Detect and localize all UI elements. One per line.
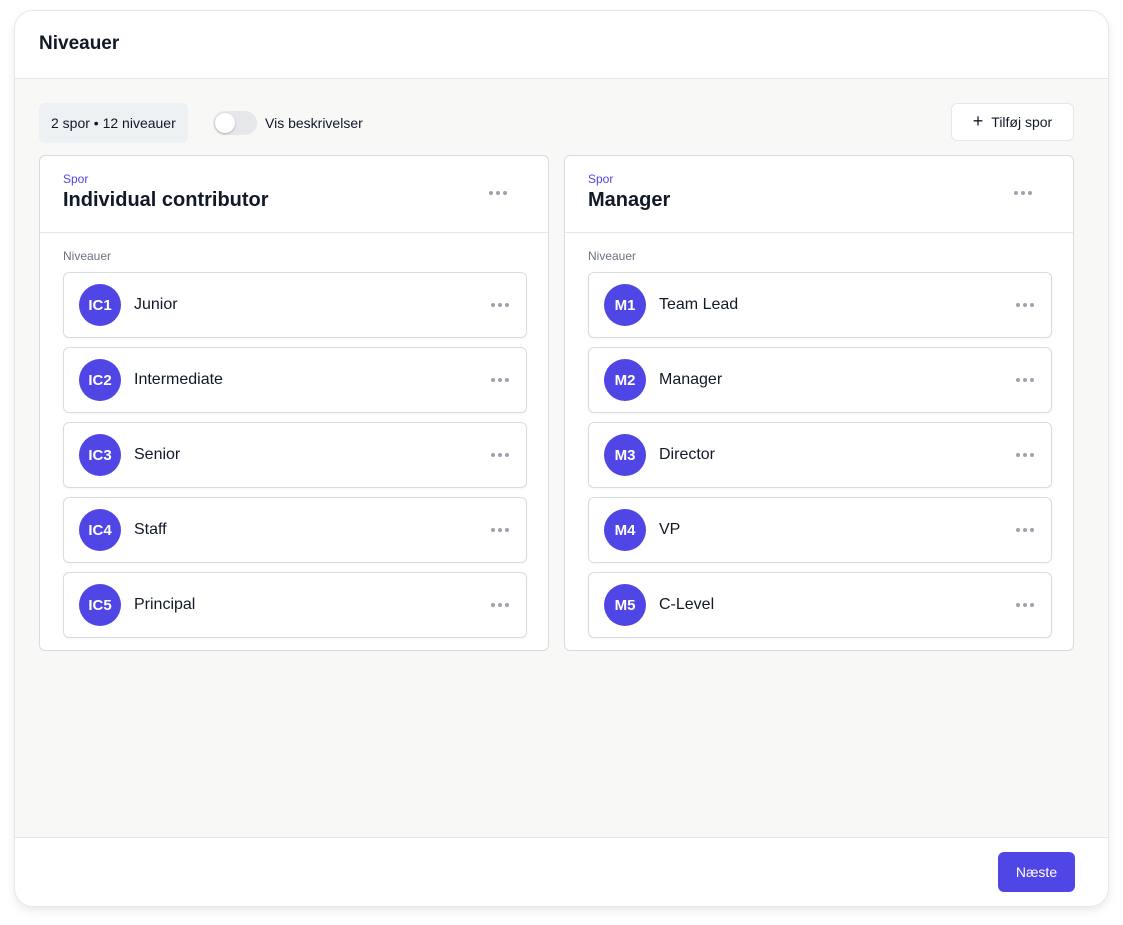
level-name: C-Level xyxy=(659,596,715,613)
level-list: M1 Team Lead M2 Manager M3 Director M4 V… xyxy=(588,272,1052,647)
level-item[interactable]: IC5 Principal xyxy=(63,572,527,638)
level-menu-icon[interactable] xyxy=(1016,528,1034,532)
level-name: Principal xyxy=(134,596,196,613)
levels-label: Niveauer xyxy=(63,249,112,263)
levels-label: Niveauer xyxy=(588,249,637,263)
track-header: Spor Manager xyxy=(565,156,1073,233)
level-code-badge: IC3 xyxy=(79,434,121,476)
level-name: Senior xyxy=(134,446,181,463)
level-item[interactable]: M5 C-Level xyxy=(588,572,1052,638)
show-descriptions-label: Vis beskrivelser xyxy=(265,115,363,131)
level-name: Staff xyxy=(134,521,167,538)
level-name: Manager xyxy=(659,371,723,388)
level-code-badge: M3 xyxy=(604,434,646,476)
level-item[interactable]: M3 Director xyxy=(588,422,1052,488)
add-track-button[interactable]: + Tilføj spor xyxy=(951,103,1074,141)
level-name: Director xyxy=(659,446,716,463)
level-menu-icon[interactable] xyxy=(491,528,509,532)
track-title: Manager xyxy=(588,189,671,211)
level-item[interactable]: IC3 Senior xyxy=(63,422,527,488)
track-kicker: Spor xyxy=(63,172,89,186)
track-header: Spor Individual contributor xyxy=(40,156,548,233)
add-track-label: Tilføj spor xyxy=(991,114,1053,130)
level-name: Intermediate xyxy=(134,371,223,388)
level-list: IC1 Junior IC2 Intermediate IC3 Senior I… xyxy=(63,272,527,647)
level-code-badge: M2 xyxy=(604,359,646,401)
level-name: VP xyxy=(659,521,681,538)
level-item[interactable]: IC4 Staff xyxy=(63,497,527,563)
dialog-title: Niveauer xyxy=(39,33,120,54)
plus-icon: + xyxy=(972,111,984,131)
next-button[interactable]: Næste xyxy=(998,852,1075,892)
level-item[interactable]: IC2 Intermediate xyxy=(63,347,527,413)
level-code-badge: M1 xyxy=(604,284,646,326)
levels-dialog: Niveauer 2 spor • 12 niveauer Vis beskri… xyxy=(15,11,1108,906)
dialog-content: 2 spor • 12 niveauer Vis beskrivelser + … xyxy=(15,79,1108,837)
track-card-manager: Spor Manager Niveauer M1 Team Lead M2 Ma… xyxy=(564,155,1074,651)
level-menu-icon[interactable] xyxy=(1016,378,1034,382)
level-name: Junior xyxy=(134,296,178,313)
summary-badge: 2 spor • 12 niveauer xyxy=(39,103,188,143)
show-descriptions-toggle[interactable] xyxy=(213,111,257,135)
toggle-knob xyxy=(215,113,235,133)
level-code-badge: IC1 xyxy=(79,284,121,326)
level-name: Team Lead xyxy=(659,296,739,313)
level-menu-icon[interactable] xyxy=(1016,603,1034,607)
level-menu-icon[interactable] xyxy=(491,603,509,607)
track-title: Individual contributor xyxy=(63,189,269,211)
level-code-badge: IC5 xyxy=(79,584,121,626)
level-item[interactable]: IC1 Junior xyxy=(63,272,527,338)
level-code-badge: IC2 xyxy=(79,359,121,401)
track-kicker: Spor xyxy=(588,172,614,186)
level-item[interactable]: M1 Team Lead xyxy=(588,272,1052,338)
dialog-header: Niveauer xyxy=(15,11,1108,79)
dialog-footer: Næste xyxy=(15,837,1108,906)
level-code-badge: M5 xyxy=(604,584,646,626)
level-menu-icon[interactable] xyxy=(491,303,509,307)
level-item[interactable]: M2 Manager xyxy=(588,347,1052,413)
level-menu-icon[interactable] xyxy=(1016,453,1034,457)
level-code-badge: M4 xyxy=(604,509,646,551)
track-menu-icon[interactable] xyxy=(1014,191,1032,195)
level-item[interactable]: M4 VP xyxy=(588,497,1052,563)
level-code-badge: IC4 xyxy=(79,509,121,551)
level-menu-icon[interactable] xyxy=(491,378,509,382)
track-menu-icon[interactable] xyxy=(489,191,507,195)
track-card-individual-contributor: Spor Individual contributor Niveauer IC1… xyxy=(39,155,549,651)
level-menu-icon[interactable] xyxy=(491,453,509,457)
level-menu-icon[interactable] xyxy=(1016,303,1034,307)
